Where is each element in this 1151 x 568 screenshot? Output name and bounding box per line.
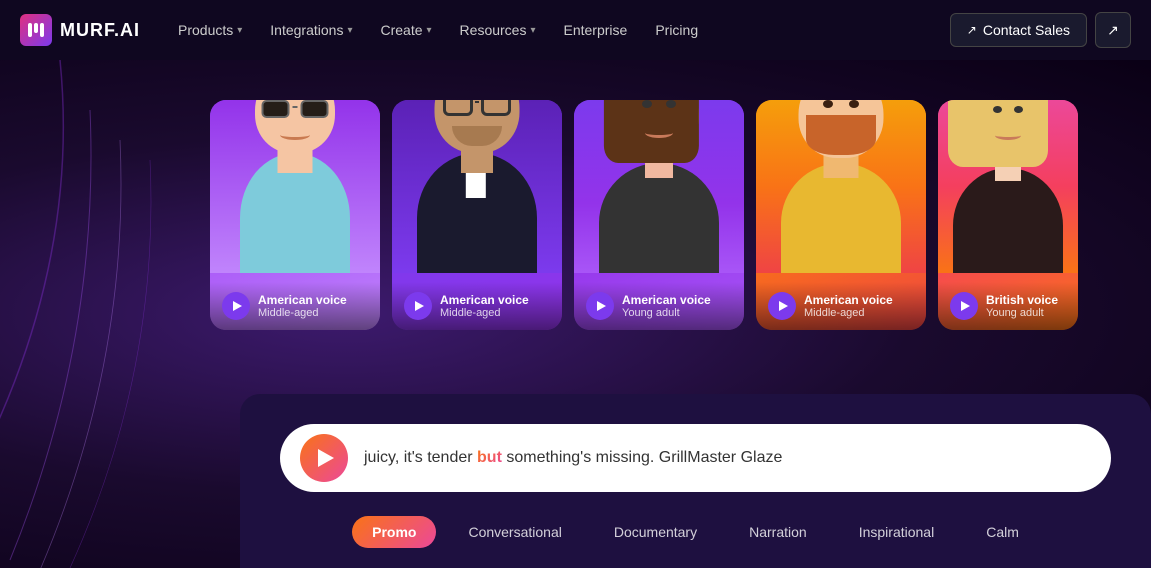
card-info-5: British voice Young adult	[938, 282, 1078, 330]
tab-narration[interactable]: Narration	[729, 516, 827, 548]
nav-enterprise[interactable]: Enterprise	[554, 16, 638, 44]
card-face-5	[938, 100, 1078, 273]
chevron-down-icon: ▾	[347, 25, 352, 36]
nav-products[interactable]: Products ▾	[168, 16, 252, 44]
player-text-highlight: but	[477, 449, 502, 466]
player-bar: juicy, it's tender but something's missi…	[280, 424, 1111, 492]
logo-text: MURF.AI	[60, 20, 140, 41]
player-text-after: something's missing. GrillMaster Glaze	[502, 449, 782, 466]
logo[interactable]: MURF.AI	[20, 14, 140, 46]
voice-card-5[interactable]: British voice Young adult	[938, 100, 1078, 330]
card-face-3	[574, 100, 744, 273]
play-button-main[interactable]	[300, 434, 348, 482]
play-button-2[interactable]	[404, 292, 432, 320]
contact-sales-button[interactable]: ↗ Contact Sales	[950, 13, 1087, 47]
voice-card-1[interactable]: American voice Middle-aged	[210, 100, 380, 330]
arrow-icon: ↗	[1107, 22, 1119, 39]
card-info-4: American voice Middle-aged	[756, 282, 926, 330]
nav-create[interactable]: Create ▾	[370, 16, 441, 44]
decorative-lines	[0, 60, 220, 568]
nav-extra-button[interactable]: ↗	[1095, 12, 1131, 48]
voice-card-2[interactable]: American voice Middle-aged	[392, 100, 562, 330]
card-label-4: American voice Middle-aged	[804, 293, 893, 319]
card-label-1: American voice Middle-aged	[258, 293, 347, 319]
tab-inspirational[interactable]: Inspirational	[839, 516, 955, 548]
voice-cards-container: American voice Middle-aged	[200, 100, 1151, 330]
player-card: juicy, it's tender but something's missi…	[240, 394, 1151, 568]
navbar: MURF.AI Products ▾ Integrations ▾ Create…	[0, 0, 1151, 60]
nav-resources[interactable]: Resources ▾	[450, 16, 546, 44]
style-tabs-container: Promo Conversational Documentary Narrati…	[280, 516, 1111, 548]
voice-card-4[interactable]: American voice Middle-aged	[756, 100, 926, 330]
card-face-2	[392, 100, 562, 273]
play-button-1[interactable]	[222, 292, 250, 320]
logo-icon	[20, 14, 52, 46]
chevron-down-icon: ▾	[427, 25, 432, 36]
card-info-3: American voice Young adult	[574, 282, 744, 330]
tab-conversational[interactable]: Conversational	[448, 516, 581, 548]
play-button-3[interactable]	[586, 292, 614, 320]
play-button-5[interactable]	[950, 292, 978, 320]
card-label-5: British voice Young adult	[986, 293, 1058, 319]
card-info-1: American voice Middle-aged	[210, 282, 380, 330]
hero-background: American voice Middle-aged	[0, 60, 1151, 568]
nav-integrations[interactable]: Integrations ▾	[260, 16, 362, 44]
nav-pricing[interactable]: Pricing	[645, 16, 708, 44]
chevron-down-icon: ▾	[530, 25, 535, 36]
arrow-icon: ↗	[967, 23, 977, 37]
player-text: juicy, it's tender but something's missi…	[364, 449, 1091, 467]
play-button-4[interactable]	[768, 292, 796, 320]
voice-card-3[interactable]: American voice Young adult	[574, 100, 744, 330]
tab-calm[interactable]: Calm	[966, 516, 1039, 548]
card-face-1	[210, 100, 380, 273]
tab-documentary[interactable]: Documentary	[594, 516, 717, 548]
player-text-before: juicy, it's tender	[364, 449, 477, 466]
card-label-2: American voice Middle-aged	[440, 293, 529, 319]
card-face-4	[756, 100, 926, 273]
card-label-3: American voice Young adult	[622, 293, 711, 319]
chevron-down-icon: ▾	[237, 25, 242, 36]
card-info-2: American voice Middle-aged	[392, 282, 562, 330]
tab-promo[interactable]: Promo	[352, 516, 436, 548]
